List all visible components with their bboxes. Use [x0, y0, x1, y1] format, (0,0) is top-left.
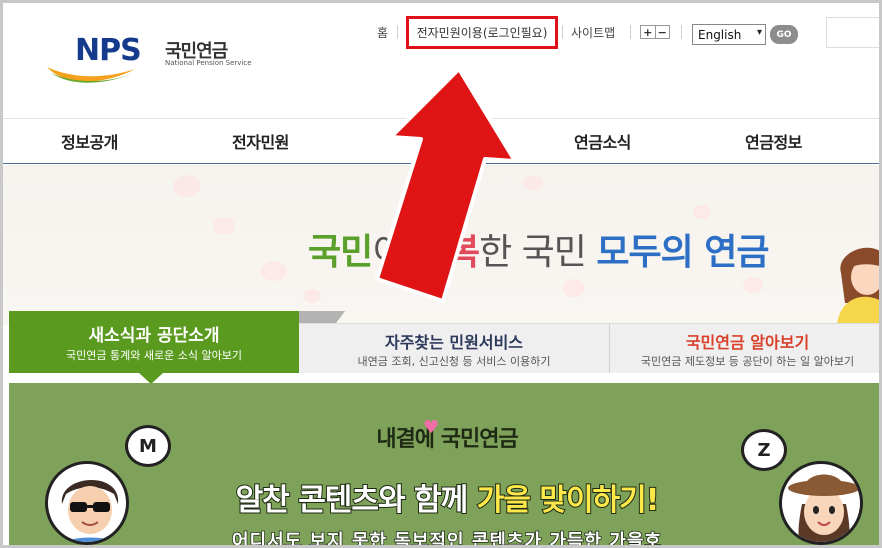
- avatar-man: [45, 461, 129, 545]
- tab-desc: 내연금 조회, 신고신청 등 서비스 이용하기: [357, 355, 551, 368]
- go-button[interactable]: GO: [770, 25, 798, 44]
- search-input[interactable]: [826, 17, 879, 48]
- zoom-controls: + −: [640, 25, 670, 39]
- headline-part: 가을 맞이하기!: [476, 482, 661, 519]
- nps-logo[interactable]: NPS 국민연금 National Pension Service: [45, 33, 252, 93]
- headline-part: 알찬 콘텐츠와 함께: [235, 482, 477, 519]
- red-up-arrow-icon: [375, 67, 517, 303]
- divider: [562, 25, 563, 39]
- home-link[interactable]: 홈: [377, 17, 388, 47]
- sitemap-link[interactable]: 사이트맵: [571, 17, 615, 47]
- speech-bubble-left: M: [125, 425, 171, 467]
- nav-item-pension-info[interactable]: 연금정보: [745, 129, 802, 153]
- speech-bubble-right: Z: [741, 429, 787, 471]
- heart-decoration: [303, 289, 321, 303]
- divider: [681, 25, 682, 39]
- tab-news-intro[interactable]: 새소식과 공단소개 국민연금 통계와 새로운 소식 알아보기: [9, 311, 299, 373]
- slogan-part: 모두의 연금: [596, 232, 769, 273]
- logo-english: National Pension Service: [165, 59, 252, 67]
- banner-headline: 알찬 콘텐츠와 함께 가을 맞이하기!: [9, 475, 879, 519]
- service-tabs: 자주찾는 민원서비스 내연금 조회, 신고신청 등 서비스 이용하기 국민연금 …: [9, 311, 879, 384]
- tab-title: 국민연금 알아보기: [685, 333, 810, 352]
- divider: [630, 25, 631, 39]
- minus-icon[interactable]: −: [654, 26, 670, 38]
- tab-desc: 국민연금 통계와 새로운 소식 알아보기: [66, 349, 242, 362]
- tab-title: 자주찾는 민원서비스: [384, 333, 524, 352]
- nav-item-minwon[interactable]: 전자민원: [232, 129, 289, 153]
- heart-decoration: [743, 277, 763, 293]
- divider: [397, 25, 398, 39]
- heart-decoration: [693, 205, 711, 219]
- language-select[interactable]: English ▾: [692, 24, 766, 45]
- nav-item-news[interactable]: 연금소식: [574, 129, 631, 153]
- tab-learn-pension[interactable]: 국민연금 알아보기 국민연금 제도정보 등 공단이 하는 일 알아보기: [609, 323, 879, 373]
- chevron-down-icon: ▾: [756, 27, 762, 38]
- avatar-woman: [779, 461, 863, 545]
- tab-desc: 국민연금 제도정보 등 공단이 하는 일 알아보기: [640, 355, 855, 368]
- heart-decoration: [523, 175, 543, 191]
- heart-decoration: [563, 279, 585, 297]
- plus-icon[interactable]: +: [641, 26, 655, 38]
- tab-title: 새소식과 공단소개: [88, 326, 220, 346]
- banner-caption: 어디서도 보지 못한 독보적인 콘텐츠가 가득한 가을호: [231, 530, 662, 548]
- magazine-banner[interactable]: 내곁에 국민연금 ♥ 알찬 콘텐츠와 함께 가을 맞이하기! 어디서도 보지 못…: [9, 383, 879, 548]
- logo-text: NPS: [75, 33, 142, 68]
- browser-frame: NPS 국민연금 National Pension Service 홈 전자민원…: [0, 0, 882, 548]
- heart-decoration: [261, 261, 287, 281]
- heart-decoration: [173, 175, 201, 197]
- minwon-login-link[interactable]: 전자민원이용(로그인필요): [406, 16, 558, 49]
- language-value: English: [698, 27, 742, 42]
- nav-item-info[interactable]: 정보공개: [61, 129, 118, 153]
- heart-decoration: [213, 217, 235, 235]
- heart-icon: ♥: [423, 417, 440, 438]
- tab-minwon-service[interactable]: 자주찾는 민원서비스 내연금 조회, 신고신청 등 서비스 이용하기: [299, 323, 609, 373]
